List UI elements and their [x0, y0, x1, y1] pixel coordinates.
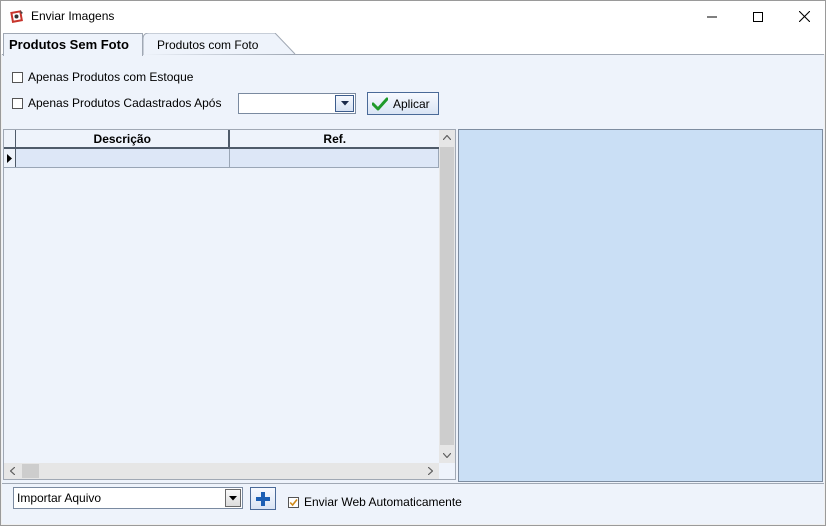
stock-only-option[interactable]: Apenas Produtos com Estoque [12, 70, 193, 84]
horizontal-scroll-thumb[interactable] [22, 464, 39, 478]
add-button[interactable] [250, 487, 276, 510]
tab-label: Produtos Sem Foto [9, 37, 129, 52]
current-row-indicator [4, 149, 16, 167]
scroll-up-icon [443, 135, 451, 140]
vertical-scrollbar[interactable] [439, 130, 455, 463]
column-header-ref[interactable]: Ref. [230, 130, 439, 147]
products-grid[interactable]: Descrição Ref. [3, 129, 456, 480]
chevron-down-icon [229, 495, 237, 500]
import-file-select[interactable]: Importar Aquivo [13, 487, 243, 509]
tab-produtos-sem-foto[interactable]: Produtos Sem Foto [3, 33, 143, 56]
grid-header: Descrição Ref. [4, 130, 439, 149]
maximize-icon [753, 11, 763, 22]
checkmark-icon [289, 498, 298, 506]
auto-send-checkbox[interactable] [288, 496, 299, 508]
horizontal-scrollbar[interactable] [4, 463, 439, 479]
stock-only-checkbox[interactable] [12, 71, 23, 83]
checkmark-icon [372, 97, 388, 110]
table-row[interactable] [4, 149, 439, 168]
import-select-value: Importar Aquivo [17, 491, 102, 505]
title-bar: Enviar Imagens [1, 1, 825, 32]
registered-after-checkbox[interactable] [12, 97, 23, 109]
apply-button[interactable]: Aplicar [367, 92, 439, 115]
stock-only-label: Apenas Produtos com Estoque [28, 70, 194, 84]
app-window: Enviar Imagens Produtos Sem Foto Produto… [0, 0, 826, 526]
registered-after-label: Apenas Produtos Cadastrados Após [28, 96, 222, 110]
date-dropdown-button[interactable] [335, 95, 354, 112]
auto-send-option[interactable]: Enviar Web Automaticamente [288, 495, 462, 509]
minimize-icon [707, 16, 717, 17]
chevron-down-icon [340, 101, 349, 106]
vertical-scroll-thumb[interactable] [440, 147, 454, 445]
auto-send-label: Enviar Web Automaticamente [304, 495, 462, 509]
app-icon [9, 8, 25, 24]
scroll-right-icon [428, 467, 433, 475]
maximize-button[interactable] [735, 1, 781, 32]
close-button[interactable] [781, 1, 826, 32]
row-indicator-header [4, 130, 16, 147]
scroll-left-icon [10, 467, 15, 475]
close-icon [798, 11, 810, 22]
registered-after-option[interactable]: Apenas Produtos Cadastrados Após [12, 96, 221, 110]
cell-descricao[interactable] [15, 149, 231, 167]
image-preview-panel [458, 129, 823, 482]
plus-icon [256, 491, 270, 506]
scroll-down-icon [443, 453, 451, 458]
cell-ref[interactable] [230, 149, 439, 167]
import-dropdown-button[interactable] [225, 489, 241, 507]
registered-after-date-field[interactable] [238, 93, 356, 114]
divider [2, 483, 824, 484]
column-header-descricao[interactable]: Descrição [16, 130, 231, 147]
tab-content: Apenas Produtos com Estoque Apenas Produ… [2, 54, 824, 524]
apply-label: Aplicar [393, 96, 430, 111]
triangle-right-icon [6, 153, 12, 163]
minimize-button[interactable] [689, 1, 735, 32]
window-title: Enviar Imagens [31, 9, 115, 23]
tab-label-com-foto[interactable]: Produtos com Foto [157, 38, 258, 52]
